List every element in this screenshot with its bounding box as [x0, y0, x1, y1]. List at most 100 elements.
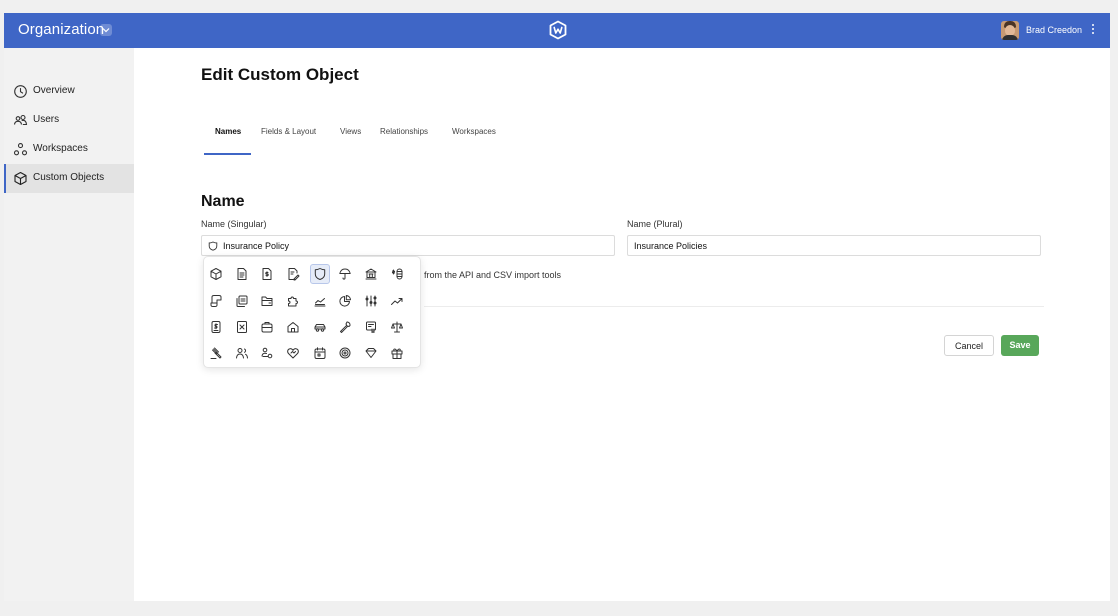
section-title: Name — [201, 193, 245, 210]
org-dropdown-chevron-icon[interactable] — [100, 24, 112, 36]
puzzle-icon — [288, 296, 298, 307]
coins-icon — [391, 268, 403, 280]
icon-option-diamond-icon[interactable] — [361, 343, 381, 363]
house-icon — [287, 322, 299, 333]
icon-option-receipt-icon[interactable] — [206, 291, 226, 311]
documents-icon — [236, 295, 248, 307]
pie-chart-icon — [339, 295, 351, 307]
top-bar: Organization Brad Creedon — [4, 13, 1110, 48]
umbrella-icon — [339, 268, 351, 280]
sidebar-item-label: Custom Objects — [33, 172, 105, 183]
gift-icon — [391, 348, 403, 359]
bank-icon — [365, 268, 377, 280]
dollar-document-icon — [262, 268, 272, 280]
avatar[interactable] — [1001, 21, 1019, 40]
icon-option-edit-document-icon[interactable] — [283, 264, 303, 284]
active-tab-indicator — [204, 153, 251, 155]
singular-name-field[interactable]: Insurance Policy — [201, 235, 615, 256]
icon-option-umbrella-icon[interactable] — [335, 264, 355, 284]
user-connection-icon — [261, 347, 273, 359]
icon-option-heart-icon[interactable] — [283, 343, 303, 363]
icon-option-calendar-icon[interactable] — [310, 343, 330, 363]
icon-option-target-icon[interactable] — [335, 343, 355, 363]
user-group-icon — [236, 348, 248, 359]
singular-label: Name (Singular) — [201, 219, 267, 229]
icon-option-shield-icon[interactable] — [310, 264, 330, 284]
sidebar-item-label: Overview — [33, 85, 75, 96]
gavel-icon — [210, 347, 222, 359]
plural-label: Name (Plural) — [627, 219, 683, 229]
cube-icon — [210, 268, 222, 280]
scale-icon — [391, 321, 403, 333]
sidebar-item-label: Users — [33, 114, 60, 125]
icon-option-user-group-icon[interactable] — [232, 343, 252, 363]
cube-icon — [14, 171, 27, 186]
icon-option-abacus-icon[interactable] — [361, 291, 381, 311]
calculator-icon — [237, 321, 247, 333]
icon-option-scale-icon[interactable] — [387, 317, 407, 337]
car-icon — [314, 324, 326, 332]
app-window: Organization Brad Creedon Overview Users… — [4, 13, 1110, 601]
icon-option-line-chart-icon[interactable] — [310, 291, 330, 311]
tab-views[interactable]: Views — [340, 127, 361, 136]
org-name[interactable]: Organization — [18, 21, 104, 38]
icon-option-invoice-icon[interactable] — [206, 317, 226, 337]
w-hexagon-logo-icon[interactable] — [548, 20, 568, 40]
shield-icon[interactable] — [208, 241, 218, 251]
singular-name-value: Insurance Policy — [223, 241, 290, 251]
briefcase-icon — [261, 322, 273, 333]
icon-option-certificate-icon[interactable] — [361, 317, 381, 337]
icon-option-house-icon[interactable] — [283, 317, 303, 337]
tab-names[interactable]: Names — [215, 127, 241, 136]
diamond-icon — [365, 348, 377, 358]
icon-option-pie-chart-icon[interactable] — [335, 291, 355, 311]
icon-option-user-connection-icon[interactable] — [257, 343, 277, 363]
calendar-icon — [314, 347, 326, 359]
icon-option-calculator-icon[interactable] — [232, 317, 252, 337]
icon-option-gift-icon[interactable] — [387, 343, 407, 363]
users-icon — [13, 114, 28, 126]
tab-workspaces[interactable]: Workspaces — [452, 127, 496, 136]
folder-icon — [261, 296, 273, 306]
save-button[interactable]: Save — [1001, 335, 1039, 356]
icon-option-dollar-document-icon[interactable] — [257, 264, 277, 284]
target-icon — [339, 347, 351, 359]
trending-up-icon — [391, 298, 403, 305]
tab-relationships[interactable]: Relationships — [380, 127, 428, 136]
icon-option-gavel-icon[interactable] — [206, 343, 226, 363]
icon-option-document-icon[interactable] — [232, 264, 252, 284]
page-title: Edit Custom Object — [201, 65, 359, 84]
icon-option-car-icon[interactable] — [310, 317, 330, 337]
user-name[interactable]: Brad Creedon — [1026, 25, 1082, 35]
line-chart-icon — [314, 298, 326, 307]
icon-option-wrench-icon[interactable] — [335, 317, 355, 337]
plural-name-value: Insurance Policies — [634, 241, 708, 251]
icon-picker-popover — [203, 256, 421, 368]
icon-option-trending-up-icon[interactable] — [387, 291, 407, 311]
cancel-button[interactable]: Cancel — [944, 335, 994, 356]
icon-option-briefcase-icon[interactable] — [257, 317, 277, 337]
clock-icon — [14, 85, 27, 98]
sidebar: Overview Users Workspaces Custom Objects — [4, 48, 134, 601]
heart-icon — [287, 348, 299, 359]
more-menu-icon[interactable] — [1090, 22, 1096, 38]
divider — [424, 306, 1044, 307]
workspaces-icon — [13, 143, 28, 156]
shield-icon — [314, 268, 326, 280]
plural-name-field[interactable]: Insurance Policies — [627, 235, 1041, 256]
sidebar-item-users[interactable]: Users — [4, 106, 134, 135]
abacus-icon — [365, 295, 377, 307]
icon-option-puzzle-icon[interactable] — [283, 291, 303, 311]
icon-option-folder-icon[interactable] — [257, 291, 277, 311]
tab-fields-layout[interactable]: Fields & Layout — [261, 127, 316, 136]
document-icon — [237, 268, 247, 280]
icon-option-documents-icon[interactable] — [232, 291, 252, 311]
icon-option-cube-icon[interactable] — [206, 264, 226, 284]
sidebar-item-custom-objects[interactable]: Custom Objects — [4, 164, 134, 193]
sidebar-item-overview[interactable]: Overview — [4, 77, 134, 106]
icon-option-coins-icon[interactable] — [387, 264, 407, 284]
wrench-icon — [340, 321, 351, 333]
sidebar-item-workspaces[interactable]: Workspaces — [4, 135, 134, 164]
sidebar-item-label: Workspaces — [33, 143, 88, 154]
icon-option-bank-icon[interactable] — [361, 264, 381, 284]
